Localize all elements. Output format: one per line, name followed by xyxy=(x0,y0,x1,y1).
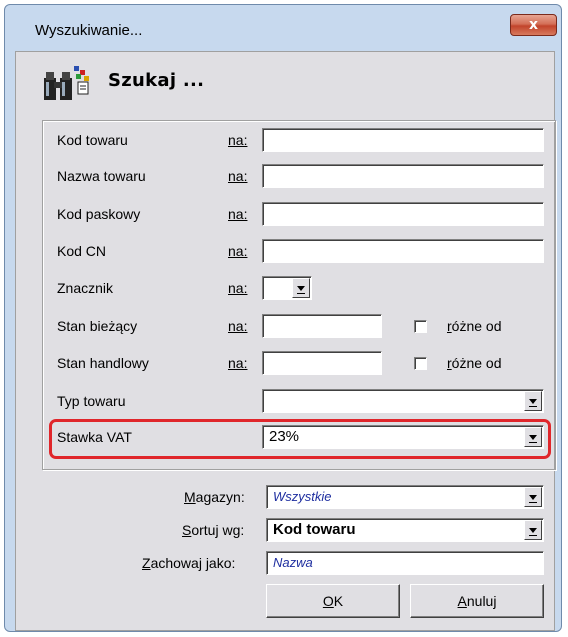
stawka-vat-label: Stawka VAT xyxy=(57,429,132,445)
magazyn-label: Magazyn: xyxy=(184,489,245,505)
dialog-window: Wyszukiwanie... x Szukaj ... Kod towaru … xyxy=(4,4,562,632)
chevron-down-icon[interactable] xyxy=(524,391,542,411)
stan-handlowy-checkbox[interactable] xyxy=(414,357,427,370)
close-icon: x xyxy=(528,17,539,33)
close-button[interactable]: x xyxy=(510,14,557,36)
chevron-down-icon[interactable] xyxy=(292,278,310,298)
search-header-title: Szukaj ... xyxy=(108,70,205,91)
sortuj-select[interactable]: Kod towaru xyxy=(266,518,544,542)
magazyn-select[interactable]: Wszystkie xyxy=(266,485,544,509)
stan-handlowy-checkbox-label[interactable]: różne od xyxy=(447,355,502,371)
window-title: Wyszukiwanie... xyxy=(35,22,143,39)
kod-paskowy-input[interactable] xyxy=(262,202,544,226)
dialog-client-area: Szukaj ... Kod towaru na: Nazwa towaru n… xyxy=(15,51,556,631)
kod-cn-label: Kod CN xyxy=(57,243,107,259)
stan-biezacy-checkbox[interactable] xyxy=(414,320,427,333)
binoculars-icon xyxy=(44,66,89,100)
typ-towaru-select[interactable] xyxy=(262,389,544,413)
stan-handlowy-na-label: na: xyxy=(228,355,248,371)
kod-paskowy-label: Kod paskowy xyxy=(57,206,141,222)
kod-towaru-input[interactable] xyxy=(262,128,544,152)
stan-biezacy-input[interactable] xyxy=(262,314,382,338)
stan-biezacy-na-label: na: xyxy=(228,318,248,334)
kod-cn-input[interactable] xyxy=(262,239,544,263)
chevron-down-icon[interactable] xyxy=(524,520,542,540)
kod-paskowy-na-label: na: xyxy=(228,206,248,222)
chevron-down-icon[interactable] xyxy=(524,427,542,447)
znacznik-na-label: na: xyxy=(228,280,248,296)
kod-cn-na-label: na: xyxy=(228,243,248,259)
cancel-button[interactable]: Anuluj xyxy=(410,584,544,618)
stan-biezacy-checkbox-label[interactable]: różne od xyxy=(447,318,502,334)
stan-biezacy-label: Stan bieżący xyxy=(57,318,138,334)
nazwa-towaru-na-label: na: xyxy=(228,168,248,184)
zachowaj-label: Zachowaj jako: xyxy=(142,555,236,571)
znacznik-select[interactable] xyxy=(262,276,312,300)
ok-button[interactable]: OK xyxy=(266,584,400,618)
stawka-vat-select[interactable]: 23% xyxy=(262,425,544,449)
stan-handlowy-input[interactable] xyxy=(262,351,382,375)
chevron-down-icon[interactable] xyxy=(524,487,542,507)
sortuj-label: Sortuj wg: xyxy=(182,522,245,538)
stan-handlowy-label: Stan handlowy xyxy=(57,355,149,371)
nazwa-towaru-input[interactable] xyxy=(262,164,544,188)
kod-towaru-na-label: na: xyxy=(228,132,248,148)
nazwa-towaru-label: Nazwa towaru xyxy=(57,168,146,184)
kod-towaru-label: Kod towaru xyxy=(57,132,128,148)
zachowaj-input[interactable]: Nazwa xyxy=(266,551,544,575)
typ-towaru-label: Typ towaru xyxy=(57,393,126,409)
znacznik-label: Znacznik xyxy=(57,280,114,296)
